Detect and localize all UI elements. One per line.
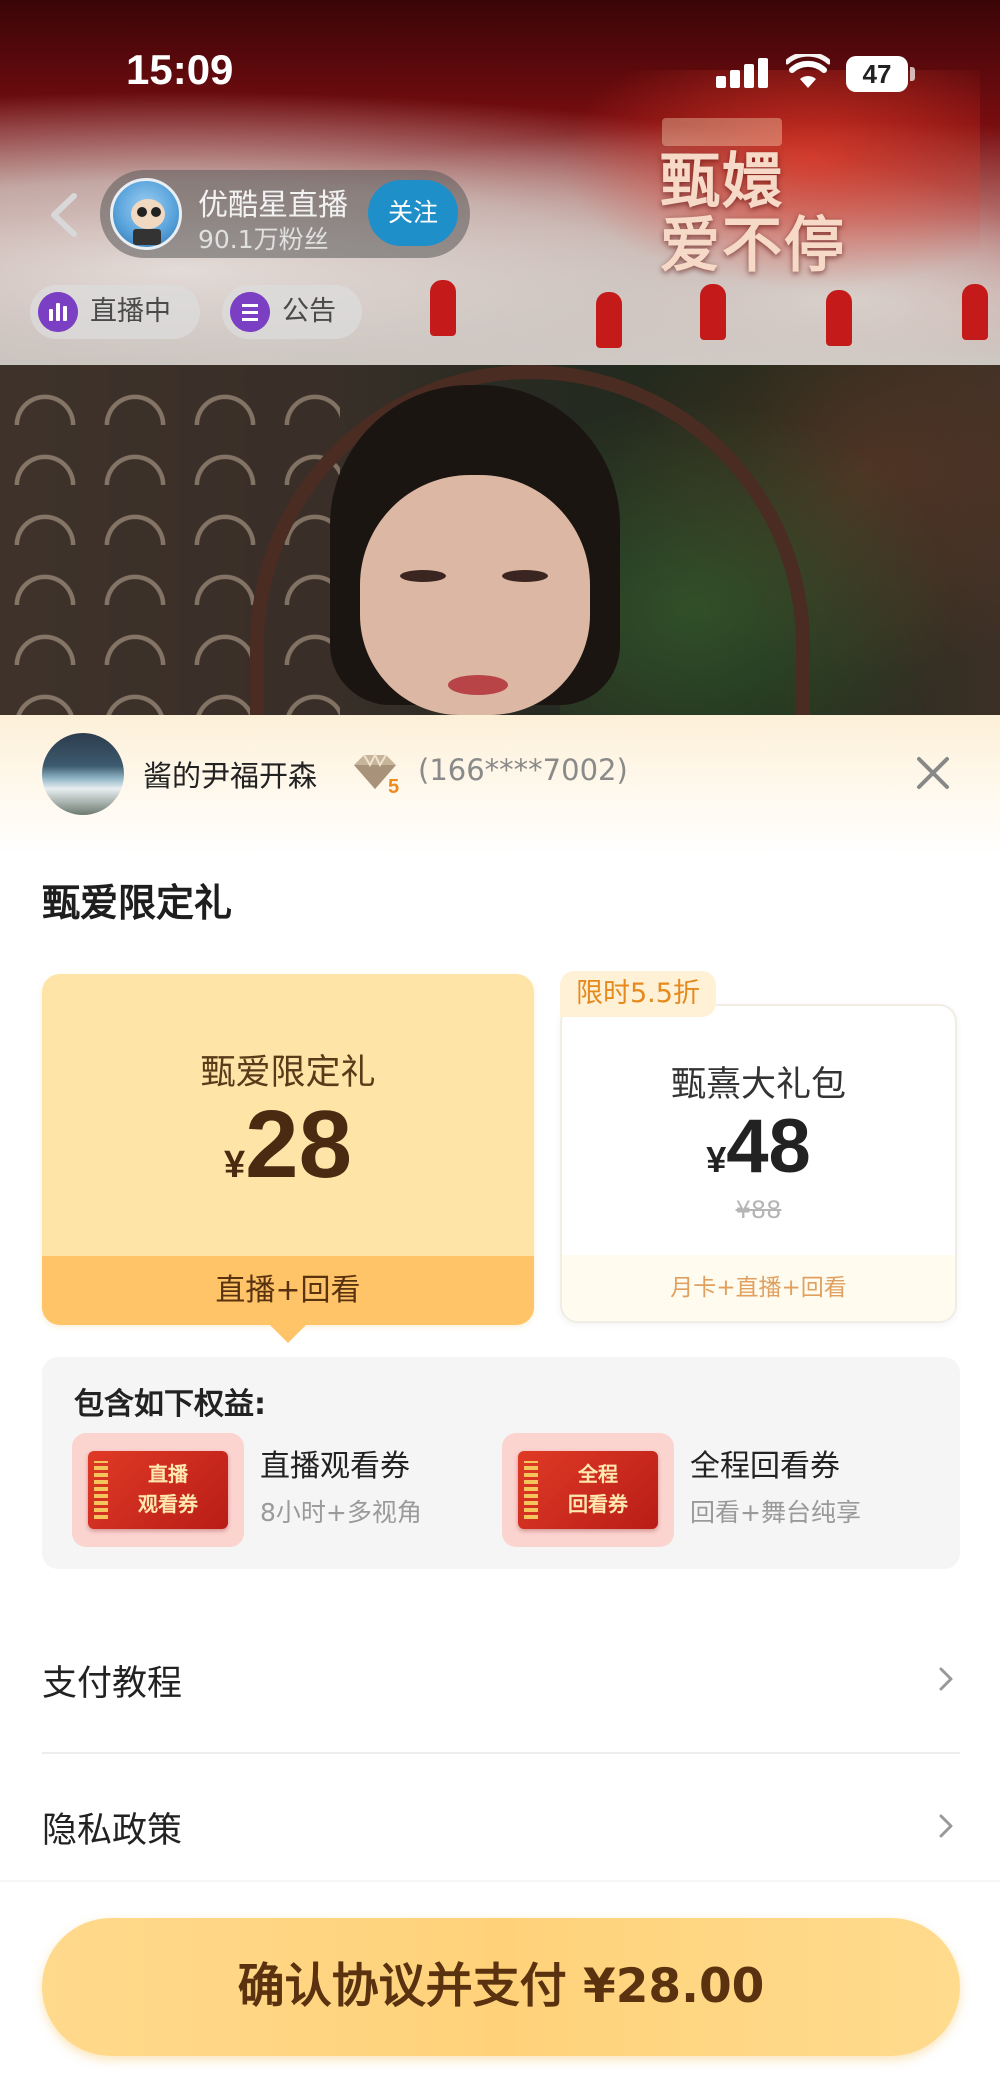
performer-face	[360, 475, 590, 715]
ticket-text-line-1: 全程	[578, 1462, 618, 1486]
package-feature: 月卡+直播+回看	[562, 1255, 955, 1321]
package-name: 甄熹大礼包	[670, 1065, 846, 1105]
vip-level: 5	[388, 776, 399, 795]
close-icon[interactable]	[913, 753, 953, 793]
package-price: ¥28	[42, 1090, 534, 1200]
channel-name: 优酷星直播	[198, 188, 348, 223]
price-value: 28	[245, 1091, 352, 1198]
package-price: ¥48	[562, 1103, 955, 1190]
status-time: 15:09	[126, 46, 234, 93]
dancer-figure	[962, 284, 988, 340]
account-row: 酱的尹福开森 5 (166****7002)	[0, 715, 1000, 835]
show-title-line-1: 甄嬛	[660, 147, 784, 217]
menu-item-payment-tutorial[interactable]: 支付教程	[42, 1608, 960, 1754]
live-video[interactable]	[0, 365, 1000, 715]
user-avatar	[42, 733, 124, 815]
notice-label: 公告	[282, 296, 336, 327]
purchase-sheet: 酱的尹福开森 5 (166****7002) 甄爱限定礼 甄爱限定礼 ¥28 直…	[0, 715, 1000, 2097]
benefits-title: 包含如下权益:	[74, 1387, 266, 1422]
menu-label: 隐私政策	[42, 1811, 183, 1851]
dancer-figure	[430, 280, 456, 336]
package-card[interactable]: 甄熹大礼包 ¥48 ¥88 月卡+直播+回看	[560, 1004, 957, 1323]
live-status-label: 直播中	[90, 296, 171, 327]
user-name: 酱的尹福开森	[143, 759, 318, 793]
original-price: ¥88	[735, 1196, 782, 1224]
selection-pointer	[270, 1325, 306, 1343]
battery-indicator: 47	[846, 56, 908, 92]
ticket-text-line-2: 回看券	[568, 1492, 628, 1516]
channel-fans: 90.1万粉丝	[198, 225, 329, 254]
dancer-figure	[700, 284, 726, 340]
live-bars-icon	[38, 292, 78, 332]
dancer-figure	[826, 290, 852, 346]
benefit-name: 全程回看券	[690, 1449, 840, 1484]
channel-info[interactable]: 优酷星直播 90.1万粉丝 关注	[100, 170, 470, 258]
ticket-icon: 全程 回看券	[502, 1433, 674, 1547]
cellular-signal-icon	[716, 58, 768, 88]
vip-diamond-icon: 5	[354, 752, 399, 795]
benefit-desc: 8小时+多视角	[260, 1498, 422, 1527]
status-bar: 15:09 47	[0, 0, 1000, 150]
follow-button[interactable]: 关注	[368, 180, 458, 246]
notice-tag[interactable]: 公告	[222, 285, 362, 339]
sheet-title: 甄爱限定礼	[42, 881, 233, 925]
pay-area: 确认协议并支付 ¥28.00	[0, 1880, 1000, 2097]
live-banner: 甄嬛 爱不停 15:09 47 优酷星直播 90.1万粉丝 关注 直播中 公告	[0, 0, 1000, 365]
chevron-right-icon	[939, 1814, 953, 1838]
dancer-figure	[596, 292, 622, 348]
show-title-line-2: 爱不停	[660, 211, 846, 281]
discount-badge: 限时5.5折	[560, 971, 716, 1017]
benefit-item: 全程 回看券 全程回看券 回看+舞台纯享	[502, 1433, 902, 1547]
user-phone: (166****7002)	[418, 753, 628, 787]
benefit-desc: 回看+舞台纯享	[690, 1498, 861, 1527]
benefits-panel: 包含如下权益: 直播 观看券 直播观看券 8小时+多视角 全程 回看券 全程回看…	[42, 1357, 960, 1569]
notice-icon	[230, 292, 270, 332]
currency-symbol: ¥	[706, 1139, 727, 1180]
menu-label: 支付教程	[42, 1664, 183, 1704]
show-title: 甄嬛 爱不停	[660, 150, 846, 278]
ticket-text-line-1: 直播	[148, 1462, 188, 1486]
wifi-icon	[786, 54, 830, 88]
package-name: 甄爱限定礼	[200, 1053, 376, 1093]
currency-symbol: ¥	[224, 1144, 246, 1186]
benefit-item: 直播 观看券 直播观看券 8小时+多视角	[72, 1433, 472, 1547]
ticket-icon: 直播 观看券	[72, 1433, 244, 1547]
package-card-selected[interactable]: 甄爱限定礼 ¥28 直播+回看	[42, 974, 534, 1343]
ticket-text-line-2: 观看券	[138, 1492, 198, 1516]
live-status-tag[interactable]: 直播中	[30, 285, 200, 339]
benefit-name: 直播观看券	[260, 1449, 410, 1484]
battery-cap	[910, 67, 915, 81]
price-value: 48	[726, 1104, 811, 1189]
confirm-pay-button[interactable]: 确认协议并支付 ¥28.00	[42, 1918, 960, 2056]
back-arrow-icon[interactable]	[44, 190, 84, 240]
channel-avatar[interactable]	[110, 178, 182, 250]
package-feature: 直播+回看	[42, 1256, 534, 1325]
chevron-right-icon	[939, 1667, 953, 1691]
